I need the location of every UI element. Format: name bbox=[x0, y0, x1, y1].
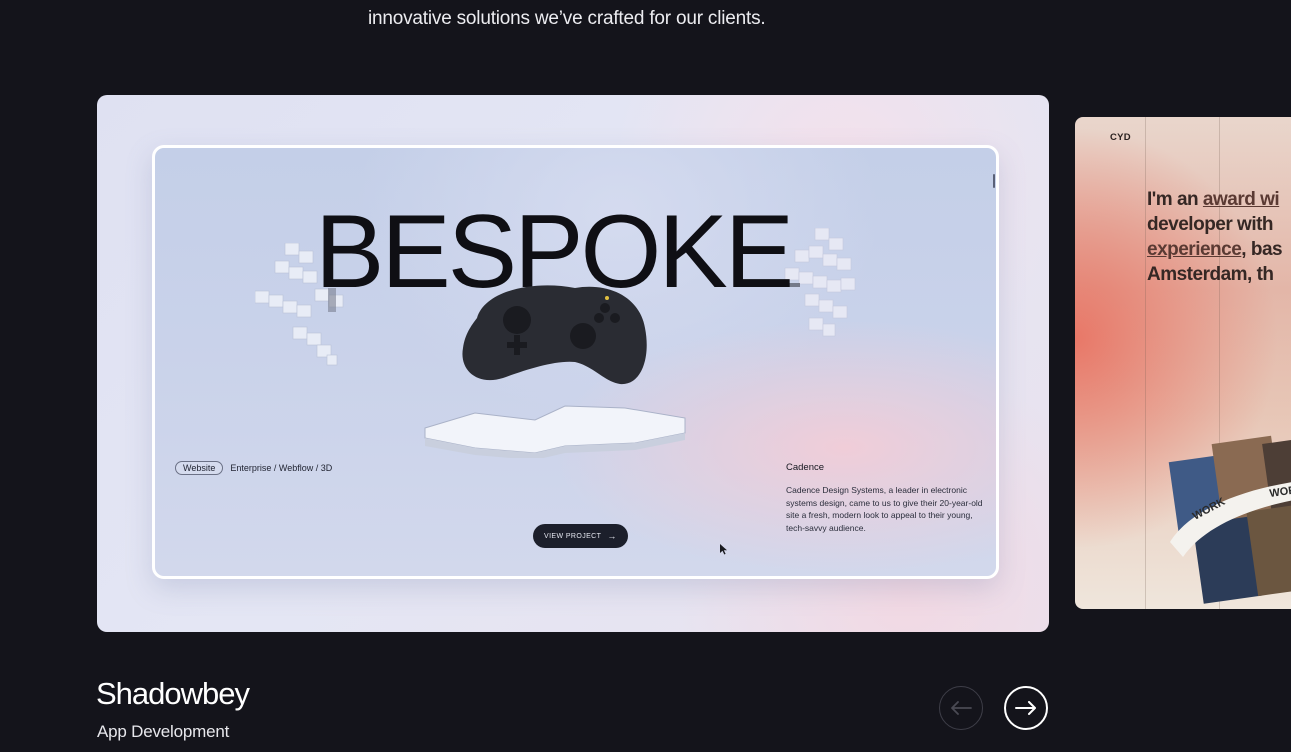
next-project-slide[interactable]: CYD I'm an award wi developer with exper… bbox=[1075, 117, 1291, 609]
arrow-left-icon bbox=[951, 701, 972, 715]
project-category: App Development bbox=[97, 722, 230, 741]
previous-slide-button[interactable] bbox=[939, 686, 983, 730]
client-description: Cadence Design Systems, a leader in elec… bbox=[786, 485, 983, 533]
next-site-logo: CYD bbox=[1110, 132, 1131, 143]
work-collage-image: WORK WORK bbox=[1168, 435, 1291, 604]
website-preview-frame: BESPOKE Website Enterprise / Webflow / 3… bbox=[152, 145, 999, 579]
grid-line bbox=[1145, 117, 1146, 609]
intro-line1-u: award wi bbox=[1202, 189, 1280, 210]
client-name: Cadence bbox=[786, 462, 825, 473]
arrow-right-small-icon: → bbox=[607, 531, 617, 541]
tag-website: Website bbox=[175, 461, 224, 475]
intro-line2: developer with bbox=[1147, 214, 1274, 235]
mouse-cursor-icon bbox=[720, 544, 727, 555]
view-project-label: VIEW PROJECT bbox=[544, 532, 602, 540]
intro-text: innovative solutions we’ve crafted for o… bbox=[368, 8, 766, 29]
next-site-intro: I'm an award wi developer with experienc… bbox=[1147, 187, 1283, 287]
project-tags: Website Enterprise / Webflow / 3D bbox=[175, 461, 332, 475]
portfolio-carousel-page: innovative solutions we’ve crafted for o… bbox=[0, 0, 1291, 752]
intro-line4: Amsterdam, th bbox=[1147, 264, 1274, 285]
arrow-right-icon bbox=[1015, 701, 1036, 715]
intro-line3-b: , bas bbox=[1241, 239, 1283, 260]
next-slide-button[interactable] bbox=[1004, 686, 1048, 730]
featured-project-slide[interactable]: BESPOKE Website Enterprise / Webflow / 3… bbox=[97, 95, 1049, 632]
view-project-button[interactable]: VIEW PROJECT → bbox=[533, 524, 628, 548]
tag-meta: Enterprise / Webflow / 3D bbox=[230, 463, 333, 473]
intro-line1-a: I'm an bbox=[1147, 189, 1203, 210]
game-controller-illustration bbox=[424, 285, 686, 458]
project-title: Shadowbey bbox=[96, 676, 250, 711]
intro-line3-u: experience bbox=[1147, 239, 1242, 260]
preview-scrollbar bbox=[993, 174, 995, 188]
